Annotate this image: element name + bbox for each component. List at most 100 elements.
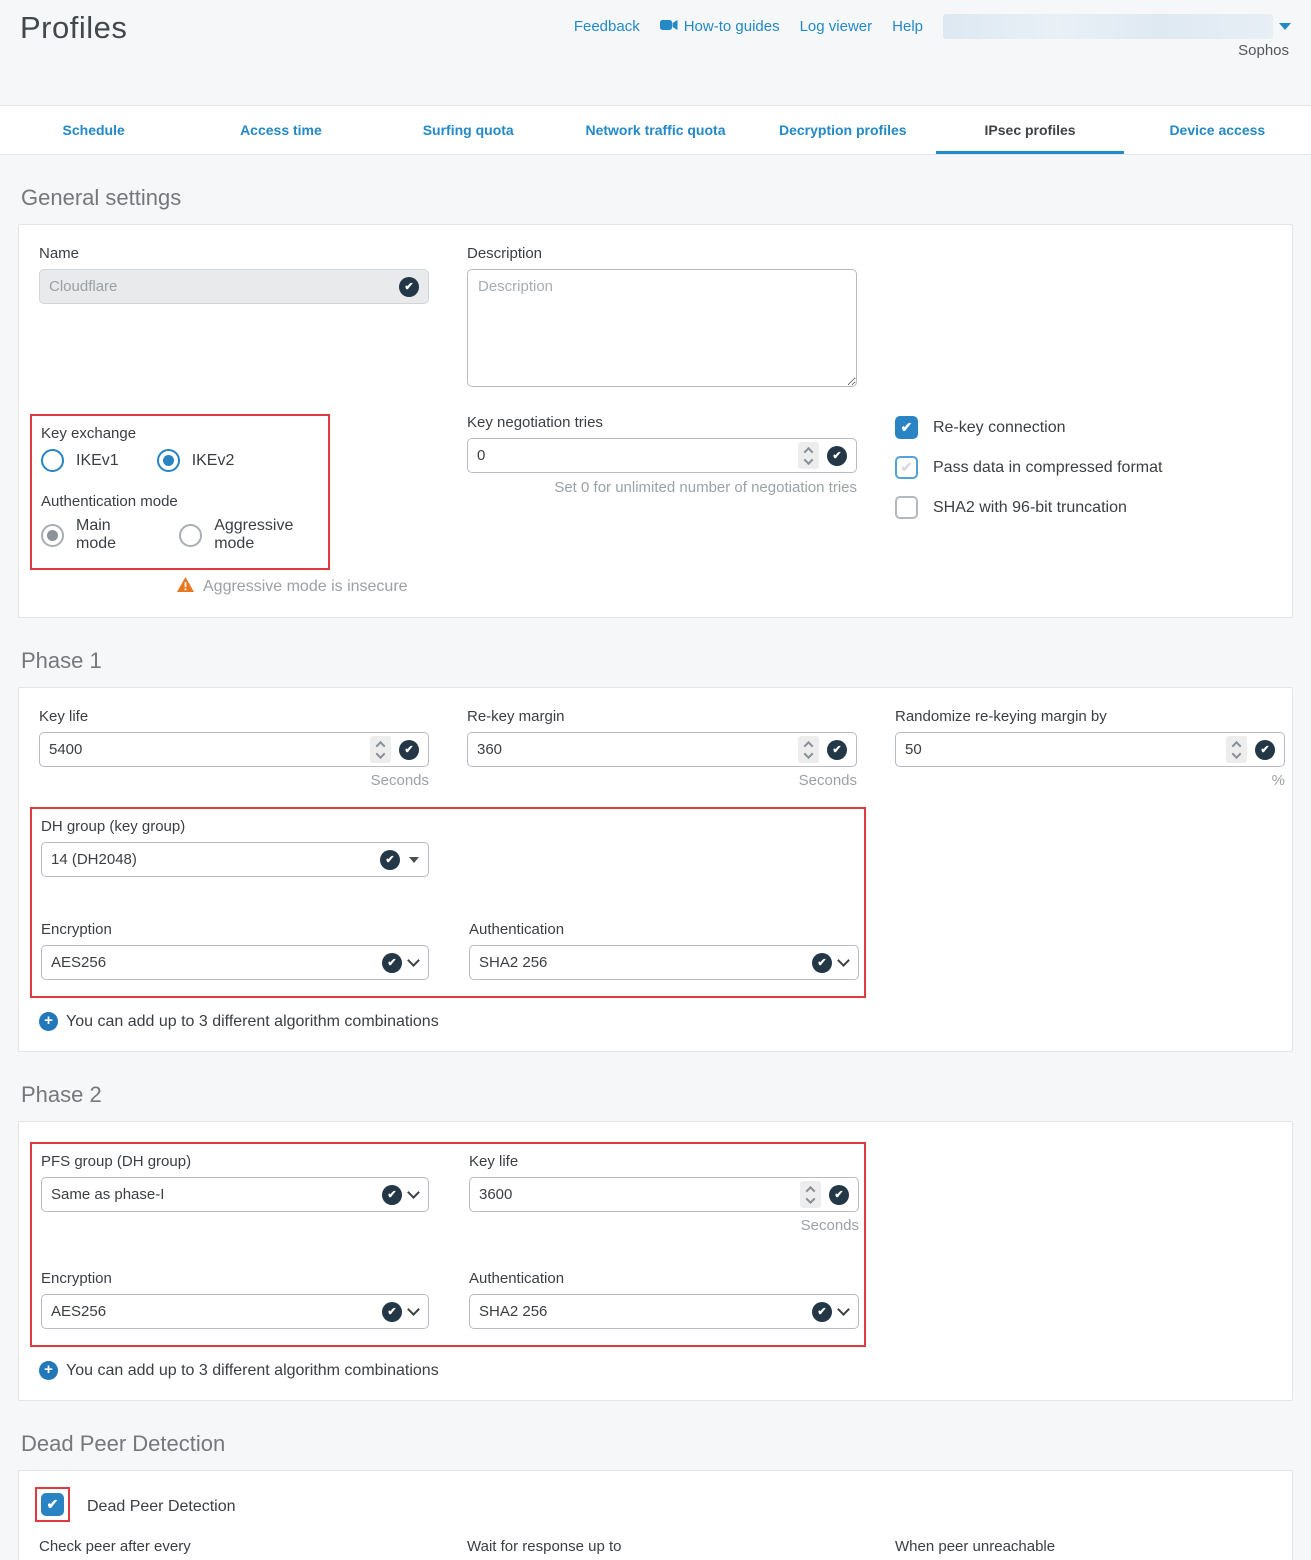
valid-check-icon: ✔ [812, 953, 832, 973]
account-name-redacted [943, 14, 1273, 39]
log-viewer-link[interactable]: Log viewer [800, 18, 873, 35]
p1-key-life-field-wrap: ✔ [39, 732, 429, 767]
phase2-panel: PFS group (DH group) Same as phase-I ✔ K… [18, 1121, 1293, 1401]
tab-schedule[interactable]: Schedule [0, 106, 187, 154]
phase2-heading: Phase 2 [21, 1082, 1311, 1108]
account-menu[interactable] [943, 14, 1291, 39]
number-stepper[interactable] [798, 442, 819, 469]
brand-label: Sophos [1238, 42, 1289, 59]
p1-randomize-label: Randomize re-keying margin by [895, 708, 1285, 725]
p1-add-combination[interactable]: + You can add up to 3 different algorith… [39, 1012, 1272, 1031]
main-mode-radio[interactable] [41, 524, 64, 547]
ikev2-radio[interactable] [157, 449, 180, 472]
valid-check-icon: ✔ [382, 953, 402, 973]
p2-authentication-select[interactable]: SHA2 256 ✔ [469, 1294, 859, 1329]
valid-check-icon: ✔ [1255, 740, 1275, 760]
valid-check-icon: ✔ [827, 740, 847, 760]
name-label: Name [39, 245, 429, 262]
p1-key-life-label: Key life [39, 708, 429, 725]
key-exchange-label: Key exchange [41, 425, 316, 442]
tab-decryption-profiles[interactable]: Decryption profiles [749, 106, 936, 154]
description-label: Description [467, 245, 857, 262]
warning-triangle-icon [177, 577, 194, 597]
p1-rekey-margin-input[interactable] [477, 741, 798, 758]
ikev1-radio[interactable] [41, 449, 64, 472]
tab-device-access[interactable]: Device access [1124, 106, 1311, 154]
page-header: Profiles Feedback How-to guides Log view… [0, 0, 1311, 105]
auth-mode-label: Authentication mode [41, 493, 316, 510]
sha2-truncation-checkbox[interactable]: ✔ [895, 496, 918, 519]
p2-encryption-select[interactable]: AES256 ✔ [41, 1294, 429, 1329]
p1-dh-group-label: DH group (key group) [41, 818, 429, 835]
p2-encryption-label: Encryption [41, 1270, 429, 1287]
dpd-check-peer-label: Check peer after every [39, 1538, 429, 1555]
name-field-wrap: ✔ [39, 269, 429, 304]
p2-key-life-input[interactable] [479, 1186, 800, 1203]
p2-add-combination[interactable]: + You can add up to 3 different algorith… [39, 1361, 1272, 1380]
main-mode-label: Main mode [76, 517, 141, 553]
valid-check-icon: ✔ [812, 1302, 832, 1322]
p1-key-life-unit: Seconds [39, 772, 429, 789]
p1-randomize-field-wrap: ✔ [895, 732, 1285, 767]
valid-check-icon: ✔ [827, 446, 847, 466]
dpd-unreachable-label: When peer unreachable [895, 1538, 1285, 1555]
compressed-format-label: Pass data in compressed format [933, 459, 1162, 477]
number-stepper[interactable] [798, 736, 819, 763]
p1-encryption-label: Encryption [41, 921, 429, 938]
p2-key-life-label: Key life [469, 1153, 859, 1170]
name-input[interactable] [49, 278, 399, 295]
chevron-down-icon [837, 954, 850, 967]
aggressive-mode-radio[interactable] [179, 524, 202, 547]
dpd-checkbox[interactable]: ✔ [41, 1493, 64, 1516]
valid-check-icon: ✔ [382, 1185, 402, 1205]
chevron-down-icon [837, 1303, 850, 1316]
plus-circle-icon: + [39, 1361, 58, 1380]
valid-check-icon: ✔ [399, 277, 419, 297]
description-input[interactable] [467, 269, 857, 387]
ikev2-label: IKEv2 [192, 452, 235, 470]
plus-circle-icon: + [39, 1012, 58, 1031]
tab-access-time[interactable]: Access time [187, 106, 374, 154]
howto-guides-link[interactable]: How-to guides [660, 18, 780, 35]
annotation-box-key-exchange: Key exchange IKEv1 IKEv2 Authentication … [30, 414, 330, 570]
p1-encryption-select[interactable]: AES256 ✔ [41, 945, 429, 980]
chevron-down-icon [407, 954, 420, 967]
compressed-format-checkbox[interactable]: ✔ [895, 456, 918, 479]
p2-key-life-unit: Seconds [469, 1217, 859, 1234]
tab-network-traffic-quota[interactable]: Network traffic quota [562, 106, 749, 154]
valid-check-icon: ✔ [382, 1302, 402, 1322]
number-stepper[interactable] [1226, 736, 1247, 763]
header-links: Feedback How-to guides Log viewer Help [574, 14, 1291, 39]
chevron-down-icon [407, 1303, 420, 1316]
caret-down-icon [1279, 23, 1291, 30]
phase1-panel: Key life ✔ Seconds Re-key margin ✔ Secon… [18, 687, 1293, 1052]
feedback-link[interactable]: Feedback [574, 18, 640, 35]
help-link[interactable]: Help [892, 18, 923, 35]
p1-authentication-select[interactable]: SHA2 256 ✔ [469, 945, 859, 980]
ikev1-label: IKEv1 [76, 452, 119, 470]
number-stepper[interactable] [800, 1181, 821, 1208]
key-negotiation-label: Key negotiation tries [467, 414, 857, 431]
p1-randomize-input[interactable] [905, 741, 1226, 758]
tab-ipsec-profiles[interactable]: IPsec profiles [936, 106, 1123, 154]
p2-pfs-group-select[interactable]: Same as phase-I ✔ [41, 1177, 429, 1212]
key-negotiation-input[interactable] [477, 447, 798, 464]
annotation-box-phase1-algorithms: DH group (key group) 14 (DH2048) ✔ Encry… [30, 807, 866, 998]
rekey-connection-label: Re-key connection [933, 419, 1066, 437]
p1-rekey-margin-label: Re-key margin [467, 708, 857, 725]
video-camera-icon [660, 18, 678, 35]
aggressive-mode-label: Aggressive mode [214, 517, 316, 553]
valid-check-icon: ✔ [380, 850, 400, 870]
profiles-tabbar: Schedule Access time Surfing quota Netwo… [0, 105, 1311, 155]
p1-key-life-input[interactable] [49, 741, 370, 758]
p1-dh-group-select[interactable]: 14 (DH2048) ✔ [41, 842, 429, 877]
phase1-heading: Phase 1 [21, 648, 1311, 674]
p2-pfs-group-label: PFS group (DH group) [41, 1153, 429, 1170]
number-stepper[interactable] [370, 736, 391, 763]
p1-randomize-unit: % [895, 772, 1285, 789]
general-settings-heading: General settings [21, 185, 1311, 211]
annotation-box-dpd-checkbox: ✔ [35, 1487, 70, 1522]
tab-surfing-quota[interactable]: Surfing quota [375, 106, 562, 154]
rekey-connection-checkbox[interactable]: ✔ [895, 416, 918, 439]
caret-down-icon [409, 857, 419, 863]
